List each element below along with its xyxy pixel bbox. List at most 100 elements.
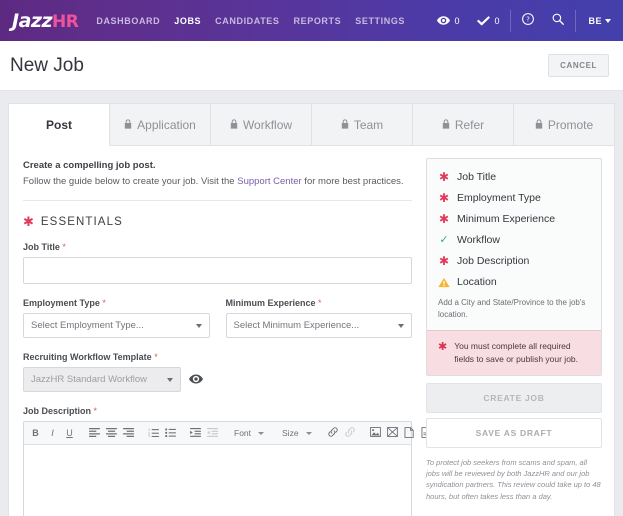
tab-post[interactable]: Post (9, 104, 110, 146)
tab-workflow[interactable]: Workflow (211, 104, 312, 145)
checklist-item-label: Employment Type (457, 192, 541, 204)
lock-icon (442, 118, 450, 132)
job-section-tabs: Post Application Workflow Team Refer Pro… (9, 104, 614, 146)
image-icon (369, 427, 381, 439)
outdent-button[interactable] (204, 425, 221, 442)
asterisk-icon: ✱ (438, 170, 450, 184)
nav-link-dashboard[interactable]: DASHBOARD (96, 16, 160, 26)
lock-icon (230, 118, 238, 132)
align-center-button[interactable] (103, 425, 120, 442)
tab-application[interactable]: Application (110, 104, 211, 145)
insert-media-button[interactable] (384, 425, 401, 442)
help-button[interactable]: ? (513, 12, 543, 30)
required-mark: * (102, 298, 106, 308)
chevron-down-icon (195, 323, 202, 328)
workflow-preview-button[interactable] (189, 371, 203, 389)
size-dropdown-label: Size (282, 428, 299, 438)
checklist-item-label: Job Description (457, 255, 530, 267)
underline-label: U (66, 428, 73, 438)
jazzhr-logo[interactable]: Jazz HR (12, 10, 79, 32)
job-description-field-group: Job Description * B I U 1 2 3 Font Size (23, 406, 431, 516)
asterisk-icon: ✱ (438, 212, 450, 226)
workflow-template-label-text: Recruiting Workflow Template (23, 352, 152, 362)
underline-button[interactable]: U (61, 425, 78, 442)
size-dropdown[interactable]: Size (277, 428, 317, 438)
toolbar-group-indent (187, 425, 221, 442)
required-mark: * (93, 406, 98, 416)
minimum-experience-selected-value: Select Minimum Experience... (233, 320, 360, 331)
minimum-experience-label: Minimum Experience * (226, 298, 413, 308)
asterisk-icon: ✱ (438, 341, 448, 354)
tab-post-label: Post (45, 117, 72, 132)
page-title: New Job (10, 54, 84, 76)
location-note: Add a City and State/Province to the job… (438, 298, 586, 319)
nav-link-jobs[interactable]: JOBS (174, 16, 201, 26)
ordered-list-button[interactable]: 123 (145, 425, 162, 442)
job-description-textarea[interactable] (24, 445, 411, 516)
unordered-list-icon (165, 427, 176, 439)
nav-link-settings[interactable]: SETTINGS (355, 16, 405, 26)
job-form-column: Create a compelling job post. Follow the… (9, 146, 431, 516)
workflow-template-row: JazzHR Standard Workflow (23, 367, 412, 392)
insert-image-button[interactable] (367, 425, 384, 442)
user-menu-button[interactable]: BE (578, 16, 615, 26)
link-icon (328, 427, 338, 439)
nav-divider-1 (510, 9, 512, 32)
align-right-button[interactable] (120, 425, 137, 442)
search-icon (552, 12, 565, 30)
font-dropdown[interactable]: Font (229, 428, 269, 438)
editor-toolbar: B I U 1 2 3 Font Size (24, 422, 431, 445)
save-as-draft-button[interactable]: SAVE AS DRAFT (426, 417, 602, 448)
checklist-item-minimum-experience: ✱ Minimum Experience (438, 213, 590, 225)
italic-button[interactable]: I (44, 425, 61, 442)
unlink-icon (345, 427, 355, 439)
nav-right-cluster: 0 0 ? BE (428, 0, 615, 41)
chevron-down-icon (258, 431, 265, 435)
checklist-items: ✱ Job Title ✱ Employment Type ✱ Minimum … (427, 159, 601, 330)
minimum-experience-select[interactable]: Select Minimum Experience... (225, 313, 412, 338)
indent-button[interactable] (187, 425, 204, 442)
employment-type-label: Employment Type * (23, 298, 210, 308)
nav-stat-views[interactable]: 0 (428, 16, 468, 26)
tab-promote[interactable]: Promote (514, 104, 614, 145)
bold-button[interactable]: B (27, 425, 44, 442)
align-left-button[interactable] (86, 425, 103, 442)
job-description-label-text: Job Description (23, 406, 92, 416)
employment-type-label-text: Employment Type (23, 298, 100, 308)
nav-stat-approvals[interactable]: 0 (468, 16, 508, 26)
intro-body-suffix: for more best practices. (301, 176, 404, 187)
employment-experience-row: Employment Type * Select Employment Type… (23, 298, 412, 338)
insert-page-button[interactable] (401, 425, 418, 442)
lock-icon (124, 118, 132, 132)
chevron-down-icon (305, 431, 312, 435)
tab-refer[interactable]: Refer (413, 104, 514, 145)
nav-divider-2 (575, 9, 577, 32)
svg-text:3: 3 (148, 434, 150, 437)
tab-team[interactable]: Team (312, 104, 413, 145)
create-job-button[interactable]: CREATE JOB (426, 382, 602, 413)
intro-body: Follow the guide below to create your jo… (23, 176, 412, 187)
link-button[interactable] (325, 425, 342, 442)
new-job-card: Post Application Workflow Team Refer Pro… (8, 103, 615, 516)
essentials-section-header: ✱ ESSENTIALS (23, 215, 412, 228)
nav-stat-approvals-count: 0 (494, 15, 500, 26)
unordered-list-button[interactable] (162, 425, 179, 442)
nav-link-reports[interactable]: REPORTS (294, 16, 342, 26)
support-center-link[interactable]: Support Center (237, 176, 301, 187)
job-title-input[interactable] (23, 257, 412, 284)
checklist-item-label: Job Title (457, 171, 497, 183)
workflow-template-select[interactable]: JazzHR Standard Workflow (23, 367, 181, 392)
toolbar-group-lists: 123 (145, 425, 179, 442)
outdent-icon (207, 427, 218, 439)
eye-icon (189, 371, 203, 389)
nav-link-candidates[interactable]: CANDIDATES (215, 16, 279, 26)
unlink-button[interactable] (342, 425, 359, 442)
cancel-button[interactable]: CANCEL (548, 54, 609, 77)
search-button[interactable] (543, 12, 573, 30)
checklist-item-label: Minimum Experience (457, 213, 556, 225)
intro-headline: Create a compelling job post. (23, 160, 156, 171)
toolbar-group-link (325, 425, 359, 442)
svg-text:?: ? (527, 15, 531, 23)
checklist-item-job-title: ✱ Job Title (438, 171, 590, 183)
employment-type-select[interactable]: Select Employment Type... (23, 313, 210, 338)
